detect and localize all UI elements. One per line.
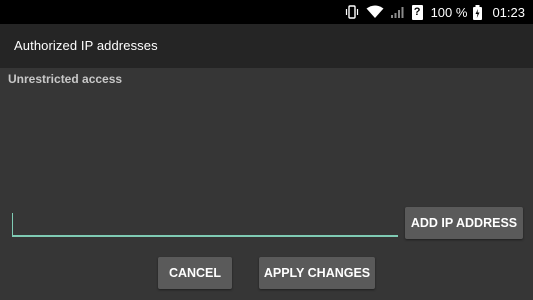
- ip-address-input[interactable]: [12, 205, 398, 235]
- access-status-label: Unrestricted access: [8, 72, 123, 86]
- add-ip-address-button[interactable]: ADD IP ADDRESS: [405, 207, 523, 239]
- status-bar: ? 100 % 01:23: [0, 0, 533, 24]
- screen: ? 100 % 01:23 Authorized IP addresses Un…: [0, 0, 533, 300]
- cancel-button[interactable]: CANCEL: [158, 257, 232, 289]
- battery-icon: [473, 4, 483, 20]
- page-title: Authorized IP addresses: [14, 38, 158, 53]
- status-icons: ? 100 % 01:23: [344, 0, 525, 24]
- sim-unknown-icon: ?: [411, 4, 423, 20]
- apply-changes-button[interactable]: APPLY CHANGES: [259, 257, 375, 289]
- battery-percent: 100 %: [430, 4, 468, 20]
- vibrate-icon: [344, 5, 360, 19]
- clock: 01:23: [492, 4, 525, 20]
- ip-address-field[interactable]: [12, 205, 398, 237]
- wifi-icon: [366, 5, 384, 19]
- app-bar: Authorized IP addresses: [0, 24, 533, 68]
- sim-badge: ?: [413, 5, 421, 18]
- input-underline: [12, 235, 398, 237]
- cell-signal-icon: [390, 5, 406, 19]
